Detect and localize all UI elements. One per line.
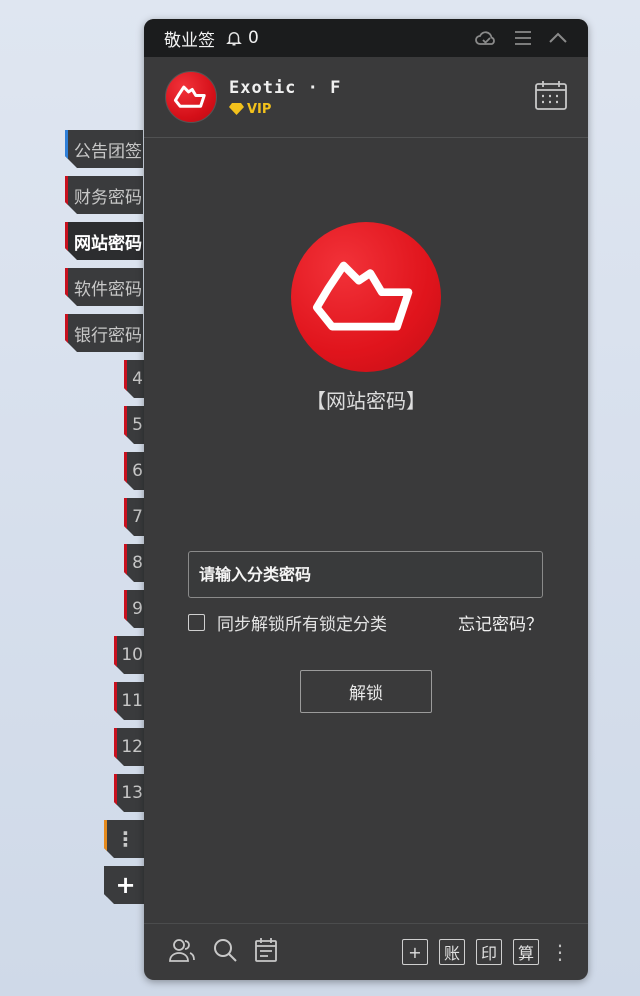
chevron-up-icon: [549, 32, 567, 43]
notification-button[interactable]: 0: [225, 28, 259, 48]
titlebar: 敬业签 0: [144, 19, 588, 57]
vip-label: VIP: [247, 101, 272, 117]
ship-logo-icon: [173, 85, 206, 108]
notification-count: 0: [248, 28, 259, 48]
sidebar-item-label: 财务密码: [74, 187, 142, 208]
profile-header: Exotic · F VIP: [144, 57, 588, 138]
sidebar-item-6[interactable]: 6: [124, 452, 144, 490]
cloud-sync-button[interactable]: [474, 29, 498, 47]
hamburger-icon: [515, 31, 531, 45]
contacts-button[interactable]: [168, 937, 196, 967]
menu-button[interactable]: [514, 30, 532, 46]
sidebar-item-label: 7: [132, 507, 143, 527]
calculator-button[interactable]: 算: [513, 939, 539, 965]
sync-unlock-row: 同步解锁所有锁定分类 忘记密码？: [188, 610, 543, 635]
bell-icon: [226, 32, 242, 46]
sidebar-item-9[interactable]: 9: [124, 590, 144, 628]
sidebar-item-label: 网站密码: [74, 233, 142, 254]
account-button[interactable]: 账: [439, 939, 465, 965]
sidebar-item-finance-password[interactable]: 财务密码: [65, 176, 143, 214]
sidebar-item-website-password[interactable]: 网站密码: [65, 222, 143, 260]
sidebar-item-bank-password[interactable]: 银行密码: [65, 314, 143, 352]
calendar-icon: [255, 938, 277, 962]
sidebar-item-label: 软件密码: [74, 279, 142, 300]
sidebar-item-label: 13: [121, 783, 143, 803]
sidebar-item-12[interactable]: 12: [114, 728, 144, 766]
sidebar-item-10[interactable]: 10: [114, 636, 144, 674]
sidebar-add-button[interactable]: +: [104, 866, 144, 904]
app-title: 敬业签: [164, 30, 215, 51]
calendar-icon: [535, 81, 567, 110]
sidebar-item-label: 12: [121, 737, 143, 757]
vip-badge: VIP: [229, 102, 341, 117]
more-button[interactable]: ⋮: [550, 942, 570, 962]
sidebar-item-11[interactable]: 11: [114, 682, 144, 720]
calendar-button[interactable]: [534, 79, 568, 115]
sidebar-item-13[interactable]: 13: [114, 774, 144, 812]
avatar[interactable]: [165, 71, 217, 123]
sidebar-item-4[interactable]: 4: [124, 360, 144, 398]
collapse-button[interactable]: [548, 31, 568, 45]
search-button[interactable]: [212, 937, 238, 967]
sidebar-item-label: 公告团签: [74, 141, 142, 162]
sidebar-item-software-password[interactable]: 软件密码: [65, 268, 143, 306]
search-icon: [214, 939, 237, 962]
sidebar-more-button[interactable]: ⋮: [104, 820, 144, 858]
sidebar-item-label: 6: [132, 461, 143, 481]
category-password-input[interactable]: [188, 551, 543, 598]
sidebar-item-7[interactable]: 7: [124, 498, 144, 536]
sidebar-item-label: 8: [132, 553, 143, 573]
sidebar-item-8[interactable]: 8: [124, 544, 144, 582]
forgot-password-link[interactable]: 忘记密码？: [458, 610, 543, 635]
plus-icon: +: [115, 871, 136, 899]
sidebar-item-label: 4: [132, 369, 143, 389]
calendar-view-button[interactable]: [254, 937, 278, 967]
sidebar-item-label: 银行密码: [74, 325, 142, 346]
category-logo: [291, 222, 441, 372]
cloud-check-icon: [475, 31, 495, 45]
main-window: 敬业签 0 Exotic · F VIP 【网站密码】 同步解锁所有锁定分类 忘…: [144, 19, 588, 980]
category-title: 【网站密码】: [306, 389, 426, 413]
print-button[interactable]: 印: [476, 939, 502, 965]
more-vertical-icon: ⋮: [115, 827, 136, 851]
username: Exotic · F: [229, 77, 342, 98]
sidebar-item-label: 5: [132, 415, 143, 435]
add-button[interactable]: +: [402, 939, 428, 965]
unlock-button[interactable]: 解锁: [300, 670, 432, 713]
sync-unlock-label: 同步解锁所有锁定分类: [217, 615, 387, 635]
sidebar-item-announcement[interactable]: 公告团签: [65, 130, 143, 168]
sync-unlock-checkbox[interactable]: [188, 614, 205, 631]
sidebar-item-label: 9: [132, 599, 143, 619]
sidebar-item-5[interactable]: 5: [124, 406, 144, 444]
sidebar-item-label: 10: [121, 645, 143, 665]
diamond-icon: [229, 103, 244, 115]
sidebar-item-label: 11: [121, 691, 143, 711]
bottom-toolbar: + 账 印 算 ⋮: [144, 923, 588, 980]
ship-logo-icon: [312, 261, 412, 331]
users-icon: [169, 939, 195, 962]
